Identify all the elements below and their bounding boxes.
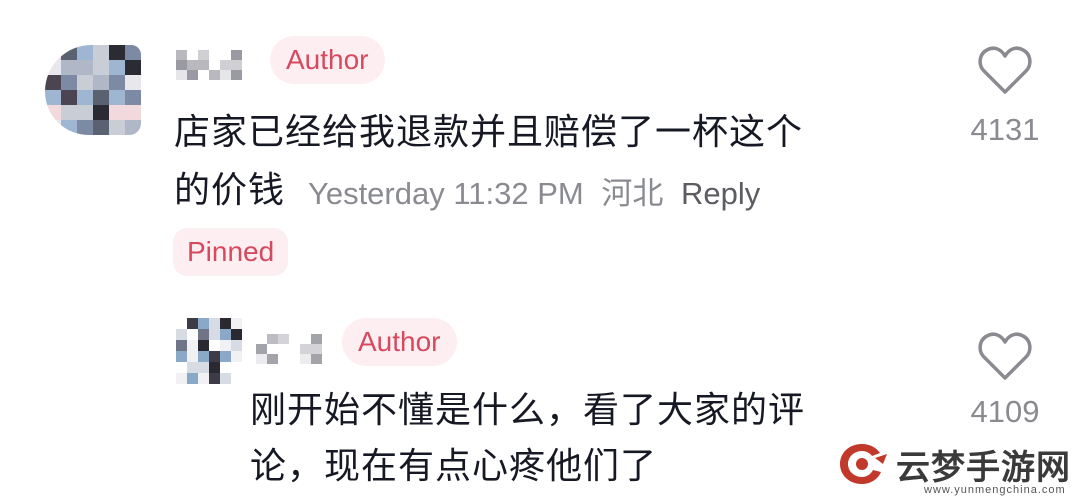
watermark-name: 云梦手游网 xyxy=(896,448,1071,488)
watermark-url: www.yunmengchina.com xyxy=(924,484,1066,496)
heart-outline-icon[interactable] xyxy=(977,330,1033,382)
comment-text-line: 店家已经给我退款并且赔偿了一杯这个 xyxy=(174,112,804,153)
author-badge: Author xyxy=(270,36,385,84)
like-count: 4109 xyxy=(970,394,1040,429)
comment-text-line: 的价钱 xyxy=(174,170,286,211)
comment-location: 河北 xyxy=(601,176,664,211)
pinned-badge: Pinned xyxy=(173,228,289,276)
reply-button[interactable]: Reply xyxy=(681,176,760,211)
author-badge: Author xyxy=(342,318,457,366)
comment-timestamp: Yesterday 11:32 PM xyxy=(308,176,584,211)
like-count: 4131 xyxy=(970,112,1040,147)
comment-text-line: 论，现在有点心疼他们了 xyxy=(250,446,658,487)
comment-text-line: 刚开始不懂是什么，看了大家的评 xyxy=(250,390,806,431)
username-blurred[interactable] xyxy=(176,50,242,80)
yunmeng-logo-icon xyxy=(840,444,887,484)
username-blurred[interactable] xyxy=(256,334,322,364)
avatar[interactable] xyxy=(45,45,141,135)
comment-meta: Yesterday 11:32 PM 河北 Reply xyxy=(308,168,769,213)
heart-outline-icon[interactable] xyxy=(977,44,1033,96)
avatar[interactable] xyxy=(176,318,242,384)
